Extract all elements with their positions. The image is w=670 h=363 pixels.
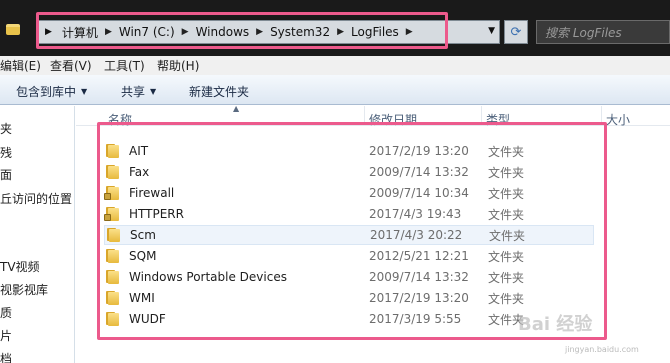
file-type: 文件夹 [488,207,525,222]
breadcrumb-drive[interactable]: Win7 (C:) ▶ [115,21,192,43]
breadcrumb-logfiles[interactable]: LogFiles ▶ [347,21,416,43]
nav-item[interactable]: 片 [0,327,12,344]
file-name: SQM [129,249,157,263]
folder-icon [6,24,20,35]
refresh-icon: ⟳ [510,24,522,40]
table-row[interactable]: Scm 2017/4/3 20:22 文件夹 [104,225,594,245]
breadcrumb-windows[interactable]: Windows ▶ [192,21,267,43]
folder-icon [104,249,120,263]
table-row[interactable]: WMI 2017/2/19 13:20 文件夹 [104,288,594,308]
file-type: 文件夹 [489,228,526,243]
nav-item[interactable]: 面 [0,166,12,183]
file-date: 2009/7/14 13:32 [369,165,469,179]
dropdown-arrow-icon: ▼ [150,87,157,96]
menu-bar: 编辑(E) 查看(V) 工具(T) 帮助(H) [0,56,670,75]
file-type: 文件夹 [488,165,525,180]
chevron-down-icon[interactable]: ▼ [488,26,495,36]
nav-item[interactable]: 残 [0,144,12,161]
file-date: 2017/2/19 13:20 [369,144,469,158]
column-name[interactable]: 名称 [108,111,132,128]
column-type[interactable]: 类型 [486,111,510,128]
menu-tools[interactable]: 工具(T) [104,57,145,74]
column-divider[interactable] [364,106,365,126]
column-modified[interactable]: 修改日期 [369,111,417,128]
chevron-right-icon[interactable]: ▶ [403,27,416,37]
file-date: 2009/7/14 13:32 [369,270,469,284]
include-library-button[interactable]: 包含到库中 ▼ [16,83,87,100]
file-date: 2017/4/3 20:22 [370,228,463,242]
share-button[interactable]: 共享 ▼ [121,83,156,100]
file-name: WUDF [129,312,166,326]
column-divider[interactable] [601,106,602,126]
file-name: HTTPERR [129,207,184,221]
title-bar: ▶ 计算机 ▶ Win7 (C:) ▶ Windows ▶ System32 ▶ Log… [0,0,670,56]
toolbar: 包含到库中 ▼ 共享 ▼ 新建文件夹 [0,75,670,105]
file-name: WMI [129,291,155,305]
folder-icon [104,291,120,305]
file-name: Windows Portable Devices [129,270,287,284]
breadcrumb-computer[interactable]: 计算机 ▶ [58,21,115,43]
file-date: 2017/4/3 19:43 [369,207,462,221]
file-date: 2017/2/19 13:20 [369,291,469,305]
watermark-url: jingyan.baidu.com [565,345,639,354]
nav-item[interactable]: TV视频 [0,258,40,275]
folder-icon [104,165,120,179]
chevron-right-icon[interactable]: ▶ [37,27,58,37]
chevron-right-icon[interactable]: ▶ [179,27,192,37]
folder-icon [104,144,120,158]
table-row[interactable]: SQM 2012/5/21 12:21 文件夹 [104,246,594,266]
file-date: 2017/3/19 5:55 [369,312,462,326]
file-type: 文件夹 [488,291,525,306]
file-type: 文件夹 [488,186,525,201]
column-header-row: ▲ 名称 修改日期 类型 大小 [76,104,670,128]
folder-icon [104,312,120,326]
locked-folder-icon [104,207,120,221]
folder-icon [104,270,120,284]
nav-item[interactable]: 档 [0,350,12,363]
nav-item[interactable]: 视影视库 [0,281,48,298]
dropdown-arrow-icon: ▼ [81,87,88,96]
file-name: Scm [130,228,156,242]
file-date: 2009/7/14 10:34 [369,186,469,200]
nav-item[interactable]: 质 [0,304,12,321]
breadcrumb-system32[interactable]: System32 ▶ [266,21,347,43]
file-name: Fax [129,165,150,179]
column-divider[interactable] [481,106,482,126]
table-row[interactable]: Firewall 2009/7/14 10:34 文件夹 [104,183,594,203]
file-type: 文件夹 [488,270,525,285]
table-row[interactable]: HTTPERR 2017/4/3 19:43 文件夹 [104,204,594,224]
nav-item[interactable]: 夹 [0,120,12,137]
address-bar[interactable]: ▶ 计算机 ▶ Win7 (C:) ▶ Windows ▶ System32 ▶ Log… [36,20,500,44]
column-size[interactable]: 大小 [606,111,630,128]
refresh-button[interactable]: ⟳ [504,20,528,44]
navigation-pane: 夹 残 面 丘访问的位置 TV视频 视影视库 质 片 档 [0,106,75,363]
locked-folder-icon [104,186,120,200]
file-name: Firewall [129,186,175,200]
nav-item[interactable]: 丘访问的位置 [0,190,72,207]
file-date: 2012/5/21 12:21 [369,249,469,263]
menu-view[interactable]: 查看(V) [50,57,92,74]
table-row[interactable]: AIT 2017/2/19 13:20 文件夹 [104,141,594,161]
chevron-right-icon[interactable]: ▶ [253,27,266,37]
watermark-logo: Bai 经验 [518,314,593,335]
folder-icon [105,228,121,242]
table-row[interactable]: Windows Portable Devices 2009/7/14 13:32 文… [104,267,594,287]
menu-help[interactable]: 帮助(H) [157,57,199,74]
chevron-right-icon[interactable]: ▶ [334,27,347,37]
menu-edit[interactable]: 编辑(E) [0,57,41,74]
file-type: 文件夹 [488,144,525,159]
sort-up-icon: ▲ [233,104,240,113]
file-type: 文件夹 [488,249,525,264]
new-folder-button[interactable]: 新建文件夹 [189,83,249,100]
search-input[interactable]: 搜索 LogFiles [536,20,670,44]
file-name: AIT [129,144,149,158]
chevron-right-icon[interactable]: ▶ [102,27,115,37]
table-row[interactable]: Fax 2009/7/14 13:32 文件夹 [104,162,594,182]
